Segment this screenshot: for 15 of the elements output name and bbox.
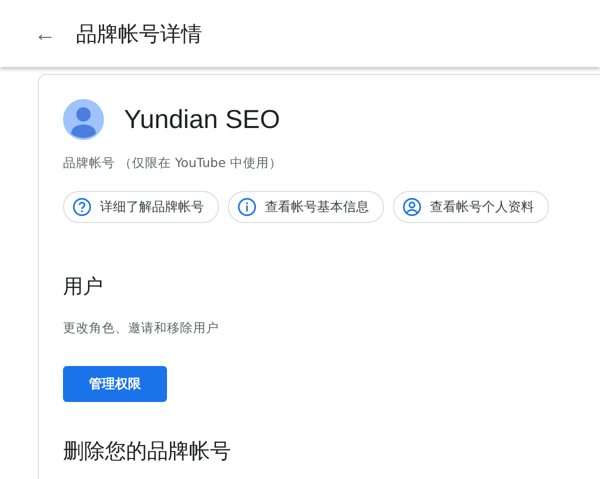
- chip-button[interactable]: 查看帐号基本信息: [228, 191, 384, 223]
- profile-icon: [402, 197, 422, 217]
- account-type: 品牌帐号 （仅限在 YouTube 中使用）: [63, 155, 283, 172]
- avatar-icon: [63, 99, 104, 140]
- account-name: Yundian SEO: [124, 104, 280, 135]
- manage-permissions-button[interactable]: 管理权限: [63, 366, 167, 402]
- section-title: 用户: [63, 273, 104, 300]
- chip-button[interactable]: 详细了解品牌帐号: [63, 191, 219, 223]
- chip-button[interactable]: 查看帐号个人资料: [393, 191, 549, 223]
- back-button[interactable]: ←: [34, 22, 56, 44]
- section-title: 删除您的品牌帐号: [63, 438, 232, 465]
- page-title: 品牌帐号详情: [76, 20, 202, 48]
- help-icon: [72, 197, 92, 217]
- section-description: 更改角色、邀请和移除用户: [63, 320, 220, 337]
- info-icon: [237, 197, 257, 217]
